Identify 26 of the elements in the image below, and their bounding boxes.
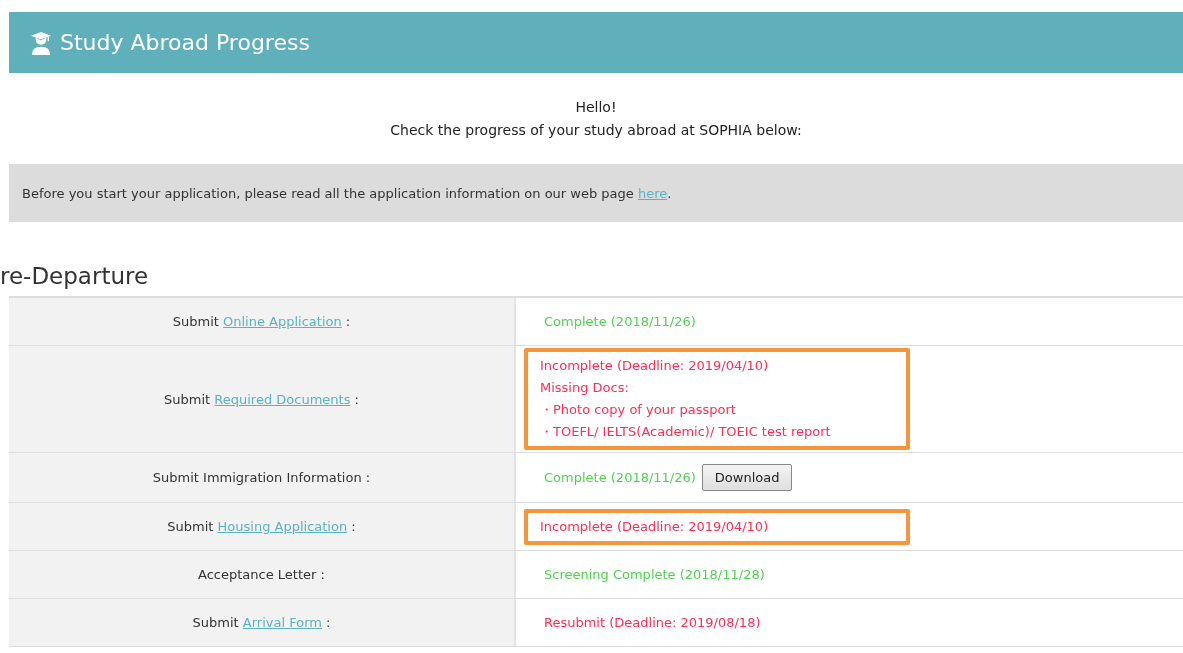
notice-text: Before you start your application, please read all the application information on our web page here. (22, 185, 672, 201)
document-link[interactable]: Arrival Form (242, 615, 322, 630)
graduate-icon (30, 30, 52, 55)
status-text: Missing Docs: (540, 379, 629, 397)
greeting-text: Check the progress of your study abroad at SOPHIA below: (389, 121, 803, 140)
row-label: Acceptance Letter : (198, 567, 325, 582)
status-text: Incomplete (Deadline: 2019/04/10) (540, 357, 769, 375)
document-link[interactable]: Housing Application (217, 519, 348, 534)
section-title: re-Departure (0, 262, 150, 291)
status-text: Incomplete (Deadline: 2019/04/10) (540, 517, 769, 536)
row-label: Submit Required Documents : (164, 391, 359, 407)
greeting-text: Hello! (574, 98, 618, 117)
status-text: ・TOEFL/ IELTS(Academic)/ TOEIC test report (540, 423, 831, 441)
document-link[interactable]: Required Documents (214, 391, 351, 407)
download-button[interactable]: Download (701, 464, 793, 491)
row-label: Submit Arrival Form : (192, 615, 331, 630)
row-label: Submit Immigration Information : (152, 470, 371, 485)
status-text: Resubmit (Deadline: 2019/08/18) (544, 613, 761, 632)
document-link[interactable]: Online Application (223, 314, 342, 329)
status-text: ・Photo copy of your passport (540, 401, 736, 419)
row-label: Submit Housing Application : (167, 519, 356, 534)
row-label: Submit Online Application : (172, 314, 351, 329)
status-text: Screening Complete (2018/11/28) (544, 565, 765, 584)
status-text: Complete (2018/11/26) (544, 468, 696, 487)
page-title: Study Abroad Progress (60, 30, 310, 55)
status-text: Complete (2018/11/26) (544, 312, 696, 331)
